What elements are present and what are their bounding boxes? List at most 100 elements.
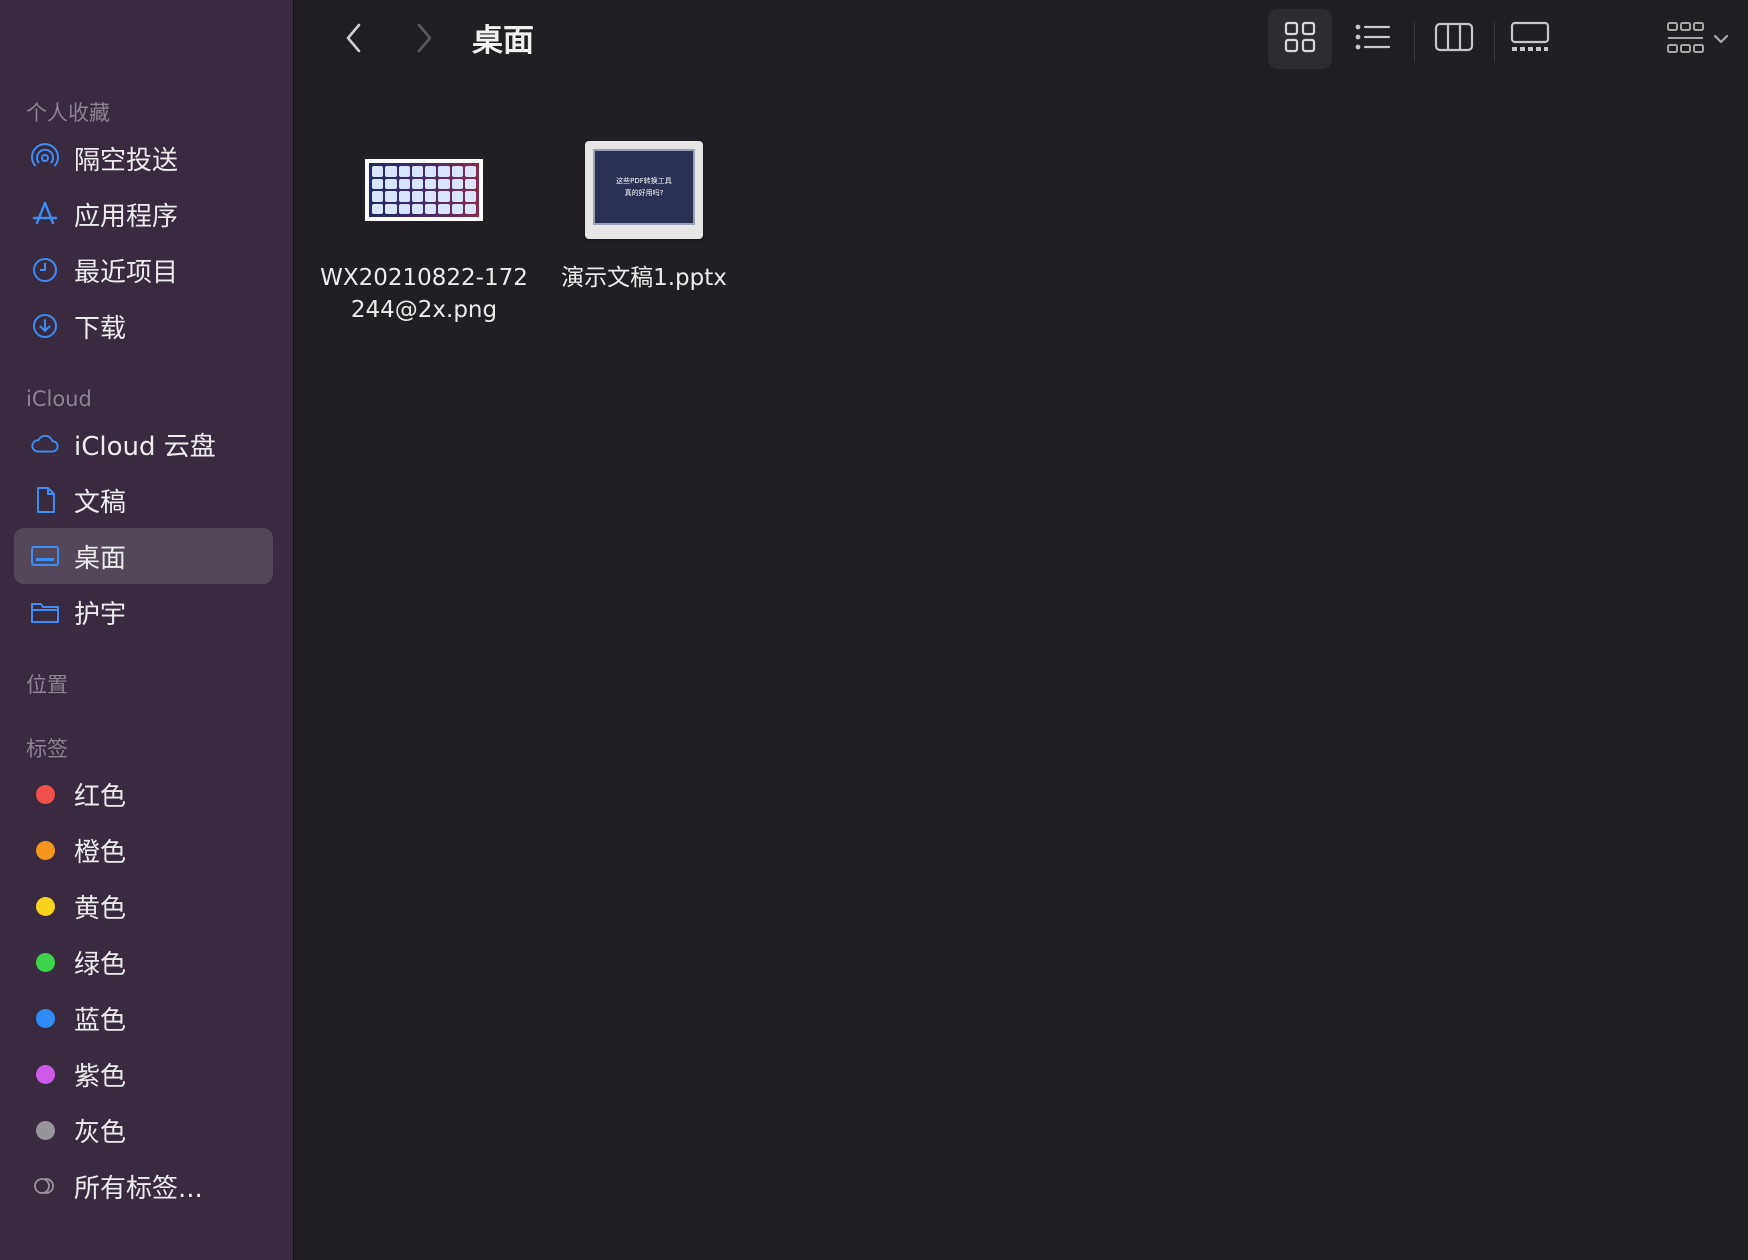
file-name: WX20210822-172244@2x.png — [320, 265, 528, 323]
tag-dot-container — [30, 1059, 60, 1089]
toolbar-separator — [1414, 22, 1415, 62]
sidebar-item-airdrop[interactable]: 隔空投送 — [14, 130, 273, 186]
app-tile — [411, 203, 423, 214]
app-tile — [385, 191, 397, 202]
app-tile — [425, 178, 437, 189]
app-tile — [425, 191, 437, 202]
sidebar-item-applications[interactable]: 应用程序 — [14, 186, 273, 242]
sidebar-tag-purple[interactable]: 紫色 — [14, 1046, 273, 1102]
app-tile — [451, 191, 463, 202]
sidebar-item-label: 应用程序 — [74, 201, 179, 232]
chevron-left-icon — [342, 21, 366, 59]
app-tile — [464, 203, 476, 214]
app-tile — [372, 203, 384, 214]
main-content: 桌面 WX20210822-172244@2x.png 这些PDF转换工具 真的… — [294, 0, 1748, 1260]
sidebar-tag-red[interactable]: 红色 — [14, 766, 273, 822]
app-tile — [385, 203, 397, 214]
blue-tag-icon — [35, 1008, 55, 1028]
orange-tag-icon — [35, 840, 55, 860]
sidebar-item-label: 桌面 — [74, 543, 127, 574]
png-thumbnail — [365, 159, 483, 221]
icon-view-button[interactable] — [1268, 9, 1332, 69]
sidebar-tag-green[interactable]: 绿色 — [14, 934, 273, 990]
sidebar-all-tags[interactable]: 所有标签... — [14, 1158, 273, 1214]
gallery-view-button[interactable] — [1498, 9, 1562, 69]
app-tile — [438, 178, 450, 189]
clock-icon — [30, 255, 60, 285]
forward-button[interactable] — [402, 18, 446, 62]
app-tile — [438, 166, 450, 177]
sidebar-item-label: 绿色 — [74, 949, 127, 980]
app-tile — [464, 191, 476, 202]
slide-text-line: 真的好用吗? — [624, 189, 664, 197]
sidebar-item-label: 灰色 — [74, 1117, 127, 1148]
app-tile — [451, 203, 463, 214]
list-view-button[interactable] — [1341, 9, 1405, 69]
chevron-down-icon — [1713, 34, 1729, 44]
app-tile — [398, 166, 410, 177]
sidebar-item-recents[interactable]: 最近项目 — [14, 242, 273, 298]
section-title-tags[interactable]: 标签 — [0, 732, 293, 766]
download-icon — [30, 311, 60, 341]
red-tag-icon — [35, 784, 55, 804]
sidebar: 个人收藏 隔空投送 应用程序 最近项目 下载 iCloud iCloud 云盘 … — [0, 0, 294, 1260]
file-name: 演示文稿1.pptx — [561, 265, 727, 291]
sidebar-item-desktop[interactable]: 桌面 — [14, 528, 273, 584]
sidebar-item-label: 红色 — [74, 781, 127, 812]
sidebar-tag-blue[interactable]: 蓝色 — [14, 990, 273, 1046]
chevron-right-icon — [412, 21, 436, 59]
section-title-favorites: 个人收藏 — [26, 101, 110, 125]
sidebar-item-icloud-drive[interactable]: iCloud 云盘 — [14, 416, 273, 472]
app-tile — [411, 178, 423, 189]
toolbar-separator — [1494, 22, 1495, 62]
sidebar-tag-orange[interactable]: 橙色 — [14, 822, 273, 878]
sidebar-item-label: 蓝色 — [74, 1005, 127, 1036]
app-tile — [411, 166, 423, 177]
file-item-png[interactable]: WX20210822-172244@2x.png — [314, 130, 534, 326]
sidebar-item-label: 橙色 — [74, 837, 127, 868]
sidebar-tag-gray[interactable]: 灰色 — [14, 1102, 273, 1158]
sidebar-item-label: 隔空投送 — [74, 145, 179, 176]
sidebar-item-label: iCloud 云盘 — [74, 431, 216, 462]
app-tile — [438, 203, 450, 214]
green-tag-icon — [35, 952, 55, 972]
column-view-button[interactable] — [1422, 9, 1486, 69]
tag-dot-container — [30, 1003, 60, 1033]
app-tile — [385, 166, 397, 177]
sidebar-tag-yellow[interactable]: 黄色 — [14, 878, 273, 934]
tag-dot-container — [30, 835, 60, 865]
list-view-icon — [1354, 22, 1392, 56]
section-title-locations[interactable]: 位置 — [0, 668, 293, 702]
sidebar-item-label: 文稿 — [74, 487, 127, 518]
sidebar-item-label: 护宇 — [74, 599, 127, 630]
icon-view-icon — [1283, 20, 1317, 58]
tag-dot-container — [30, 891, 60, 921]
app-tile — [425, 166, 437, 177]
column-view-icon — [1434, 21, 1474, 57]
app-tile — [464, 178, 476, 189]
app-tile — [372, 166, 384, 177]
app-tile — [398, 191, 410, 202]
sidebar-item-downloads[interactable]: 下载 — [14, 298, 273, 354]
section-title-icloud: iCloud — [26, 387, 92, 411]
file-item-pptx[interactable]: 这些PDF转换工具 真的好用吗? 演示文稿1.pptx — [534, 130, 754, 294]
sidebar-item-label: 下载 — [74, 313, 127, 344]
toolbar: 桌面 — [294, 0, 1748, 84]
group-button[interactable] — [1658, 9, 1738, 69]
window-title: 桌面 — [472, 23, 534, 59]
app-tile — [451, 178, 463, 189]
app-tile — [451, 166, 463, 177]
airdrop-icon — [30, 143, 60, 173]
tag-dot-container — [30, 779, 60, 809]
cloud-icon — [30, 429, 60, 459]
tag-dot-container — [30, 947, 60, 977]
document-icon — [30, 485, 60, 515]
png-thumbnail-image — [369, 163, 479, 217]
app-tile — [438, 191, 450, 202]
sidebar-item-label: 紫色 — [74, 1061, 127, 1092]
app-tile — [411, 191, 423, 202]
sidebar-item-documents[interactable]: 文稿 — [14, 472, 273, 528]
finder-window: 个人收藏 隔空投送 应用程序 最近项目 下载 iCloud iCloud 云盘 … — [0, 0, 1748, 1260]
sidebar-item-folder[interactable]: 护宇 — [14, 584, 273, 640]
back-button[interactable] — [332, 18, 376, 62]
